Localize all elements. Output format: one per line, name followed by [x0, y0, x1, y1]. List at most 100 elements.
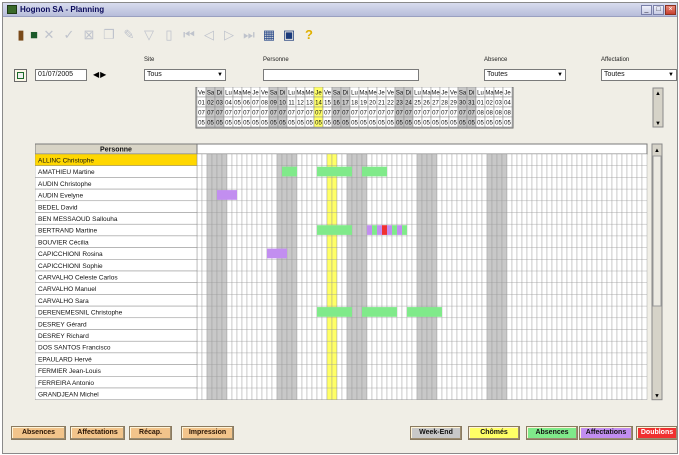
calendar-months-label: 07 [423, 111, 430, 117]
arrow-up-icon: ▲ [654, 148, 660, 154]
person-name: ALLINC Christophe [38, 158, 94, 165]
close-button[interactable]: × [665, 5, 676, 15]
date-field[interactable]: 01/07/2005 [35, 69, 87, 81]
planning-bar-affectations[interactable] [397, 225, 402, 235]
planning-bar-absences[interactable] [282, 166, 297, 177]
calendar-months-label: 07 [468, 111, 475, 117]
calendar-months-label: 07 [333, 111, 340, 117]
person-name: CARVALHO Celeste Carlos [38, 275, 118, 282]
grid-column [261, 153, 268, 400]
calendar-dates-label: 10 [279, 101, 286, 107]
calendar-dates-label: 31 [468, 101, 475, 107]
calendar-dates-label: 22 [387, 101, 394, 107]
planning-bar-affectations[interactable] [217, 190, 237, 200]
planning-bar-absences[interactable] [317, 307, 352, 317]
calendar-dates-label: 06 [243, 101, 250, 107]
new-record-icon[interactable]: ■ [26, 27, 42, 43]
document-icon[interactable]: ▯ [161, 27, 177, 43]
calendar-dates-label: 02 [207, 101, 214, 107]
planning-grid[interactable]: Ve Sa Di Lu Ma Me Je Ve Sa Di Lu Ma Me Je Ve Sa Di Lu Ma Me… [35, 87, 665, 421]
calendar-button[interactable] [14, 69, 27, 82]
calendar-dates-label: 24 [405, 101, 412, 107]
calendar-months-label: 08 [477, 111, 484, 117]
grid-column [371, 153, 378, 400]
validate-icon[interactable]: ✓ [61, 27, 77, 43]
planning-bar-absences[interactable] [362, 307, 397, 317]
calendar-days-label: Je [504, 91, 511, 97]
delete-icon[interactable]: ✕ [41, 27, 57, 43]
calendar-dates-label: 15 [324, 101, 331, 107]
planning-bar-absences[interactable] [362, 166, 387, 177]
planning-bar-affectations[interactable] [387, 225, 392, 235]
calendar-days-label: Ma [485, 91, 494, 97]
filter-icon[interactable]: ▽ [141, 27, 157, 43]
planning-bar-affectations[interactable] [367, 225, 372, 235]
scrollbar-thumb[interactable] [652, 155, 662, 307]
edit-icon[interactable]: ✎ [121, 27, 137, 43]
grid-column [616, 153, 623, 400]
legend-affectations-label: Affectations [585, 429, 627, 436]
calendar-years-label: 05 [432, 121, 439, 127]
planning-bar-absences[interactable] [317, 225, 352, 235]
planning-bar-absences[interactable] [402, 225, 407, 235]
calendar-years-label: 05 [333, 121, 340, 127]
recap-button[interactable]: Récap. [129, 426, 172, 440]
maximize-button[interactable]: □ [653, 5, 664, 15]
calendar-days-label: Ma [359, 91, 368, 97]
person-name: DESREY Richard [38, 333, 89, 340]
grid-column [561, 153, 568, 400]
legend-doublons: Doublons [636, 426, 677, 440]
planning-bar-affectations[interactable] [377, 225, 382, 235]
affectations-button[interactable]: Affectations [70, 426, 125, 440]
legend-week-end-label: Week-End [419, 429, 453, 436]
planning-bar-doublons[interactable] [382, 225, 387, 235]
planning-bar-affectations[interactable] [267, 248, 287, 259]
grid-column [311, 153, 318, 400]
grid-column [476, 153, 483, 400]
date-navigation-arrows[interactable]: ◀▶ [93, 70, 107, 79]
planning-bar-absences[interactable] [407, 307, 442, 317]
calendar-years-label: 05 [288, 121, 295, 127]
person-name: AMATHIEU Martine [38, 169, 95, 176]
calendar-days-label: Di [406, 91, 412, 97]
calendar-months-label: 07 [297, 111, 304, 117]
calendar-days-label: Di [280, 91, 286, 97]
last-record-icon[interactable]: ⏭ [241, 27, 257, 43]
minimize-button[interactable]: _ [641, 5, 652, 15]
person-name: EPAULARD Hervé [38, 356, 92, 363]
planning-bar-absences[interactable] [317, 166, 352, 177]
title-bar: Hognon SA - Planning _ □ × [3, 3, 677, 17]
calendar-months-label: 07 [288, 111, 295, 117]
first-record-icon[interactable]: ⏮ [181, 27, 197, 43]
next-record-icon[interactable]: ▷ [221, 27, 237, 43]
calculator-icon[interactable]: ▦ [261, 27, 277, 43]
absence-select[interactable]: Toutes ▼ [484, 69, 566, 81]
calendar-days-label: Ve [198, 91, 206, 97]
person-name: CAPICCHIONI Rosina [38, 251, 103, 258]
grid-column [526, 153, 533, 400]
planning-bar-absences[interactable] [392, 225, 397, 235]
grid-column [441, 153, 448, 400]
calendar-years-label: 05 [324, 121, 331, 127]
personne-input[interactable] [263, 69, 419, 81]
person-name: FERREIRA Antonio [38, 380, 94, 387]
grid-column [466, 153, 473, 400]
grid-column [241, 153, 248, 400]
grid-column [341, 153, 348, 400]
calendar-icon [17, 72, 24, 79]
grid-column [591, 153, 598, 400]
grid-column [281, 153, 288, 400]
affectation-select[interactable]: Toutes ▼ [601, 69, 677, 81]
monitor-icon[interactable]: ▣ [281, 27, 297, 43]
copy-icon[interactable]: ❐ [101, 27, 117, 43]
planning-bar-absences[interactable] [372, 225, 377, 235]
calendar-days-label: Lu [225, 91, 232, 97]
impression-button[interactable]: Impression [181, 426, 234, 440]
chevron-down-icon: ▼ [668, 72, 674, 78]
absences-button[interactable]: Absences [11, 426, 66, 440]
cancel-icon[interactable]: ⊠ [81, 27, 97, 43]
grid-column [551, 153, 558, 400]
help-icon[interactable]: ? [301, 27, 317, 43]
site-select[interactable]: Tous ▼ [144, 69, 226, 81]
previous-record-icon[interactable]: ◁ [201, 27, 217, 43]
